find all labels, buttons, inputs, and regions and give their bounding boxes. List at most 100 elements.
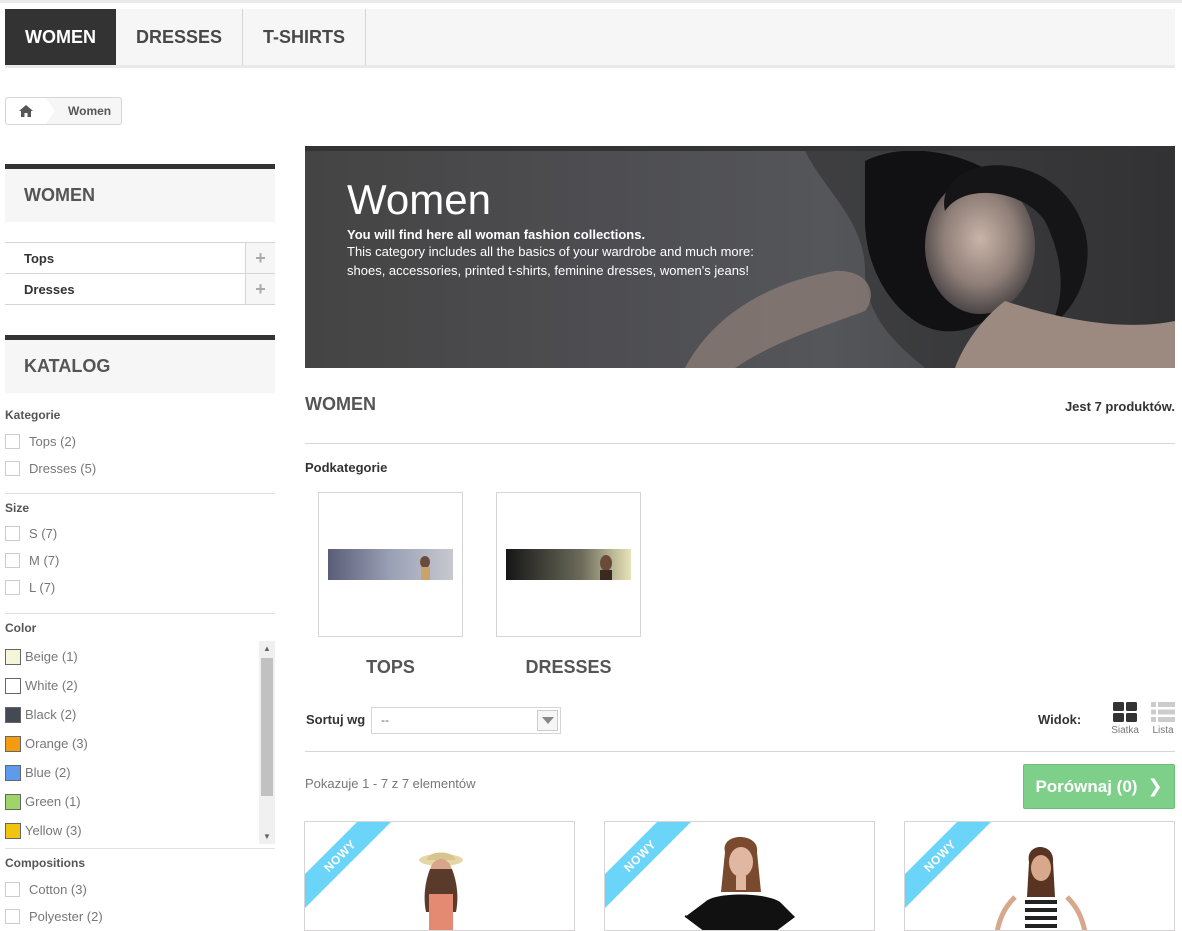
subcategory-name[interactable]: DRESSES <box>496 657 641 678</box>
color-option[interactable]: Blue (2) <box>5 758 275 787</box>
view-label: Widok: <box>1037 712 1082 727</box>
home-icon <box>19 105 33 117</box>
view-switcher: Widok: Siatka Lista <box>1038 702 1175 736</box>
scroll-down-arrow-icon[interactable]: ▼ <box>259 829 275 844</box>
color-list-scrollbar[interactable]: ▲ ▼ <box>259 641 275 844</box>
filter-option-label: S (7) <box>29 526 58 541</box>
subcategory-image-link[interactable] <box>496 492 641 637</box>
filter-option-label: Tops (2) <box>29 434 76 449</box>
filter-title-category: Kategorie <box>5 408 61 422</box>
list-view-icon <box>1151 702 1175 722</box>
checkbox[interactable] <box>5 882 20 897</box>
scrollbar-thumb[interactable] <box>261 658 273 796</box>
pagination-summary: Pokazuje 1 - 7 z 7 elementów <box>305 776 476 791</box>
filter-option[interactable]: S (7) <box>5 520 275 547</box>
filter-option[interactable]: M (7) <box>5 547 275 574</box>
menu-item-tshirts[interactable]: T-SHIRTS <box>243 9 367 65</box>
checkbox[interactable] <box>5 461 20 476</box>
top-border <box>0 0 1182 3</box>
checkbox[interactable] <box>5 553 20 568</box>
compare-label: Porównaj (0) <box>1035 776 1138 796</box>
color-option-label: Blue (2) <box>25 765 71 780</box>
subcategories-heading: Podkategorie <box>305 460 388 475</box>
product-card[interactable]: NOWY <box>904 821 1175 931</box>
menu-item-dresses[interactable]: DRESSES <box>116 9 244 65</box>
color-filter-list[interactable]: Beige (1) White (2) Black (2) Orange (3)… <box>5 641 275 844</box>
view-list-button[interactable]: Lista <box>1151 702 1175 736</box>
category-tree-item[interactable]: Dresses + <box>5 274 275 305</box>
subcategory-card[interactable]: TOPS <box>318 492 463 678</box>
product-card[interactable]: NOWY <box>604 821 875 931</box>
view-list-label: Lista <box>1152 725 1174 736</box>
breadcrumb-current: Women <box>68 104 112 118</box>
product-image[interactable] <box>905 822 1175 931</box>
banner-description: This category includes all the basics of… <box>347 244 754 278</box>
color-swatch[interactable] <box>5 764 21 781</box>
subcategory-image-link[interactable] <box>318 492 463 637</box>
category-heading: WOMEN Jest 7 produktów. <box>305 394 1175 444</box>
banner-lead: You will find here all woman fashion col… <box>347 227 646 242</box>
color-swatch[interactable] <box>5 793 21 810</box>
color-swatch[interactable] <box>5 706 21 723</box>
category-tree-label[interactable]: Tops <box>24 251 54 266</box>
banner-title: Women <box>347 176 491 223</box>
banner-content: Women You will find here all woman fashi… <box>347 175 777 280</box>
filter-title-compositions: Compositions <box>5 856 85 870</box>
category-tree-item[interactable]: Tops + <box>5 243 275 274</box>
chevron-down-icon[interactable] <box>537 710 558 731</box>
color-swatch[interactable] <box>5 822 21 839</box>
menu-item-women[interactable]: WOMEN <box>5 9 116 65</box>
checkbox[interactable] <box>5 909 20 924</box>
color-swatch[interactable] <box>5 735 21 752</box>
color-option[interactable]: White (2) <box>5 671 275 700</box>
product-image[interactable] <box>605 822 875 931</box>
scroll-up-arrow-icon[interactable]: ▲ <box>259 641 275 656</box>
color-option-label: White (2) <box>25 678 78 693</box>
color-option-label: Beige (1) <box>25 649 78 664</box>
color-option[interactable]: Beige (1) <box>5 642 275 671</box>
color-option[interactable]: Yellow (3) <box>5 816 275 844</box>
filter-option[interactable]: Tops (2) <box>5 428 275 455</box>
grid-view-icon <box>1113 702 1138 722</box>
home-link[interactable] <box>6 98 55 124</box>
catalog-block-title: KATALOG <box>5 335 275 393</box>
checkbox[interactable] <box>5 526 20 541</box>
color-option[interactable]: Black (2) <box>5 700 275 729</box>
view-grid-button[interactable]: Siatka <box>1111 702 1139 736</box>
filter-option-label: M (7) <box>29 553 60 568</box>
sort-label: Sortuj wg <box>306 712 366 727</box>
filter-option[interactable]: Dresses (5) <box>5 455 275 482</box>
view-grid-label: Siatka <box>1111 725 1139 736</box>
filter-title-color: Color <box>5 621 37 635</box>
subcategory-card[interactable]: DRESSES <box>496 492 641 678</box>
color-swatch[interactable] <box>5 677 21 694</box>
color-option[interactable]: Green (1) <box>5 787 275 816</box>
filter-option[interactable]: L (7) <box>5 574 275 601</box>
product-image[interactable] <box>305 822 575 931</box>
color-option[interactable]: Orange (3) <box>5 729 275 758</box>
top-menu: WOMEN DRESSES T-SHIRTS <box>5 9 1175 68</box>
category-tree-label[interactable]: Dresses <box>24 282 75 297</box>
product-card[interactable]: NOWY <box>304 821 575 931</box>
filter-option[interactable]: Cotton (3) <box>5 876 275 903</box>
color-option-label: Black (2) <box>25 707 77 722</box>
divider <box>5 613 275 614</box>
color-option-label: Green (1) <box>25 794 81 809</box>
sort-select[interactable]: -- <box>371 707 561 734</box>
checkbox[interactable] <box>5 580 20 595</box>
expand-plus-icon[interactable]: + <box>245 274 275 304</box>
filter-option-label: L (7) <box>29 580 56 595</box>
expand-plus-icon[interactable]: + <box>245 243 275 273</box>
category-banner: Women You will find here all woman fashi… <box>305 146 1175 368</box>
breadcrumb: Women <box>5 97 123 125</box>
compare-button[interactable]: Porównaj (0) ❯ <box>1023 764 1175 809</box>
subcategory-thumbnail <box>506 549 631 580</box>
color-swatch[interactable] <box>5 648 21 665</box>
category-block-title: WOMEN <box>5 164 275 222</box>
subcategory-thumbnail <box>328 549 453 580</box>
layered-filters: Kategorie Tops (2) Dresses (5) Size S (7… <box>5 406 275 930</box>
subcategory-name[interactable]: TOPS <box>318 657 463 678</box>
filter-option-label: Cotton (3) <box>29 882 87 897</box>
category-tree: Tops + Dresses + <box>5 242 275 305</box>
checkbox[interactable] <box>5 434 20 449</box>
